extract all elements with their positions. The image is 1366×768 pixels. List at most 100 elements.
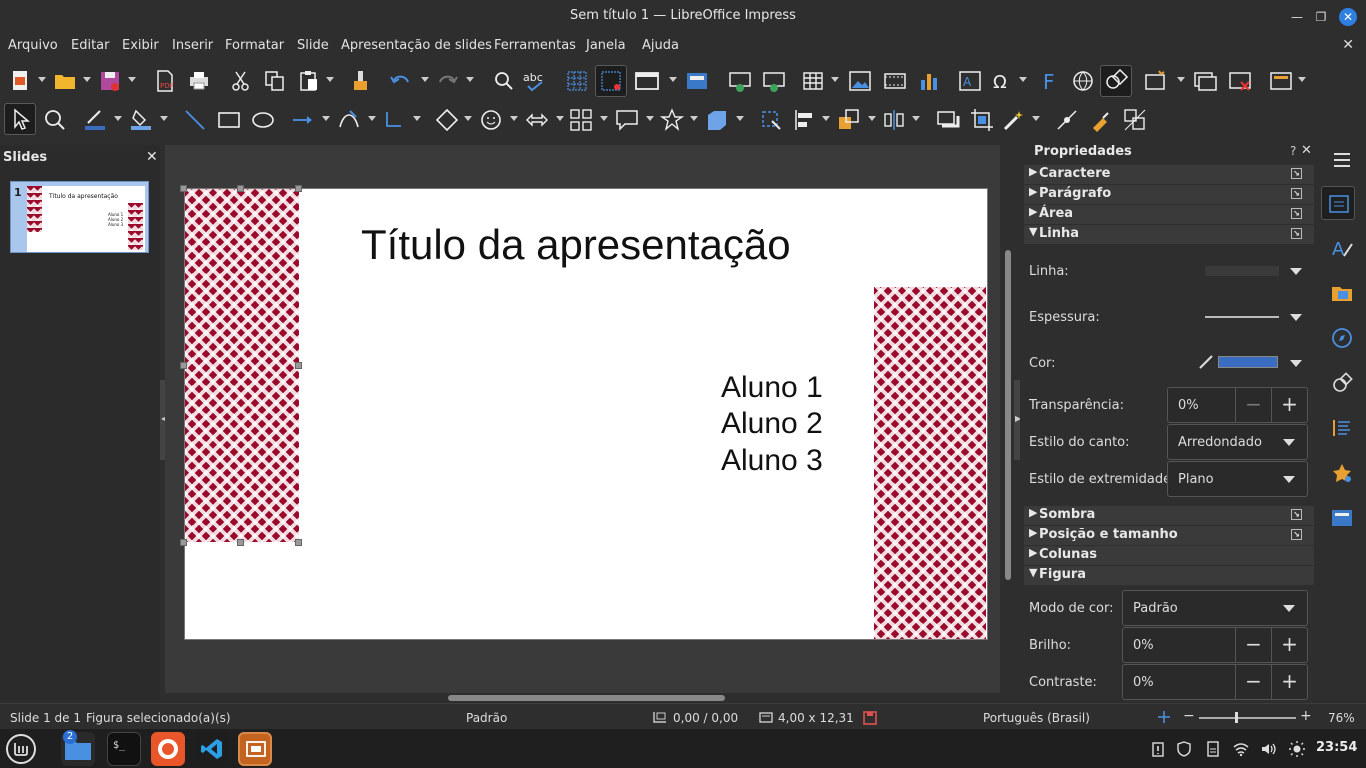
slide-layout-dropdown-icon[interactable]: [1298, 77, 1306, 82]
symbol-shapes-icon[interactable]: [478, 107, 504, 133]
menu-editar[interactable]: Editar: [71, 38, 110, 53]
menu-ferramentas[interactable]: Ferramentas: [494, 38, 576, 53]
slide-transition-icon[interactable]: [1143, 68, 1169, 94]
find-replace-icon[interactable]: [490, 68, 516, 94]
chart-icon[interactable]: [916, 68, 942, 94]
more-options-icon[interactable]: ↘: [1291, 529, 1302, 540]
show-draw-functions-toggle[interactable]: [1100, 65, 1132, 97]
line-style-dropdown-icon[interactable]: [1290, 268, 1302, 275]
star-icon[interactable]: [659, 107, 685, 133]
media-icon[interactable]: [882, 68, 908, 94]
line-color-dropdown-icon[interactable]: [1290, 360, 1302, 367]
menu-slide[interactable]: Slide: [297, 38, 329, 53]
export-pdf-icon[interactable]: PDF: [152, 68, 178, 94]
selection-handle[interactable]: [295, 539, 302, 546]
decorative-pattern-image-left[interactable]: [185, 189, 299, 542]
block-arrows-dropdown-icon[interactable]: [556, 116, 564, 121]
selection-handle[interactable]: [237, 539, 244, 546]
menu-arquivo[interactable]: Arquivo: [8, 38, 58, 53]
shapes-icon[interactable]: [1330, 371, 1354, 395]
crop-image-icon[interactable]: [969, 107, 995, 133]
more-options-icon[interactable]: ↘: [1291, 188, 1302, 199]
increment-button[interactable]: +: [1271, 665, 1307, 699]
toggle-extrusion-icon[interactable]: [1122, 107, 1148, 133]
vertical-scroll-thumb[interactable]: [1005, 250, 1011, 580]
arrange-dropdown-icon[interactable]: [868, 116, 876, 121]
table-dropdown-icon[interactable]: [831, 77, 839, 82]
line-width-dropdown-icon[interactable]: [1290, 314, 1302, 321]
selection-handle[interactable]: [295, 185, 302, 192]
brightness-spinbox[interactable]: 0% − +: [1122, 627, 1308, 663]
zoom-slider[interactable]: [1199, 717, 1296, 719]
text-box-icon[interactable]: A: [957, 68, 983, 94]
properties-deck-button[interactable]: [1321, 186, 1355, 220]
paste-icon[interactable]: [296, 68, 322, 94]
layout-status[interactable]: Padrão: [466, 711, 507, 725]
fit-slide-icon[interactable]: [1157, 710, 1171, 724]
minimize-button[interactable]: —: [1288, 8, 1306, 26]
decrement-button[interactable]: −: [1235, 665, 1271, 699]
clone-formatting-icon[interactable]: [348, 68, 374, 94]
flowchart-icon[interactable]: [568, 107, 594, 133]
delete-slide-icon[interactable]: [1227, 68, 1253, 94]
selection-handle[interactable]: [237, 185, 244, 192]
points-icon[interactable]: [1054, 107, 1080, 133]
save-icon[interactable]: [97, 68, 123, 94]
3d-objects-icon[interactable]: [704, 107, 730, 133]
open-folder-icon[interactable]: [52, 68, 78, 94]
zoom-level[interactable]: 76%: [1328, 711, 1355, 725]
navigator-icon[interactable]: [1330, 326, 1354, 350]
line-style-preview[interactable]: [1205, 266, 1279, 276]
undo-icon[interactable]: [388, 68, 414, 94]
new-document-icon[interactable]: [8, 68, 34, 94]
new-slide-icon[interactable]: [1192, 68, 1218, 94]
line-width-preview[interactable]: [1205, 316, 1279, 318]
cap-style-select[interactable]: Plano: [1167, 461, 1308, 497]
update-tray-icon[interactable]: [1205, 741, 1221, 757]
selection-handle[interactable]: [180, 185, 187, 192]
3d-objects-dropdown-icon[interactable]: [736, 116, 744, 121]
zoom-slider-thumb[interactable]: [1235, 712, 1238, 723]
slide-subtitle-line[interactable]: Aluno 1: [721, 371, 823, 405]
basic-shapes-dropdown-icon[interactable]: [464, 116, 472, 121]
zoom-icon[interactable]: [42, 107, 68, 133]
close-document-icon[interactable]: ✕: [1342, 37, 1354, 53]
linux-mint-menu-icon[interactable]: [5, 733, 37, 765]
fill-color-dropdown-icon[interactable]: [160, 116, 168, 121]
spellcheck-icon[interactable]: abc: [522, 68, 548, 94]
align-dropdown-icon[interactable]: [822, 116, 830, 121]
glue-points-icon[interactable]: [1088, 107, 1114, 133]
horizontal-scrollbar[interactable]: [165, 693, 1000, 703]
callout-dropdown-icon[interactable]: [646, 116, 654, 121]
firefox-app[interactable]: [151, 732, 185, 766]
animation-icon[interactable]: [1330, 461, 1354, 485]
start-current-slide-icon[interactable]: [761, 68, 787, 94]
callout-icon[interactable]: [614, 107, 640, 133]
section-linha[interactable]: ▼ Linha ↘: [1024, 225, 1314, 244]
close-window-button[interactable]: ✕: [1339, 8, 1357, 26]
image-icon[interactable]: [847, 68, 873, 94]
display-views-dropdown-icon[interactable]: [669, 77, 677, 82]
decrement-button[interactable]: −: [1235, 628, 1271, 662]
vscode-app[interactable]: [195, 732, 229, 766]
impress-app[interactable]: [238, 732, 272, 766]
cut-icon[interactable]: [228, 68, 254, 94]
basic-shapes-icon[interactable]: [434, 107, 460, 133]
fill-color-icon[interactable]: [128, 107, 154, 133]
slide-thumbnail[interactable]: Título da apresentação Aluno 1 Aluno 2 A…: [27, 186, 145, 252]
symbol-shapes-dropdown-icon[interactable]: [510, 116, 518, 121]
volume-tray-icon[interactable]: [1260, 741, 1276, 757]
display-views-icon[interactable]: [634, 68, 660, 94]
language-status[interactable]: Português (Brasil): [983, 711, 1090, 725]
distribute-dropdown-icon[interactable]: [912, 116, 920, 121]
shadow-icon[interactable]: [935, 107, 961, 133]
selection-handle[interactable]: [180, 539, 187, 546]
close-slides-pane-icon[interactable]: ✕: [146, 149, 158, 165]
master-slide-icon[interactable]: [684, 68, 710, 94]
clipboard-tray-icon[interactable]: [1150, 741, 1166, 757]
curve-dropdown-icon[interactable]: [368, 116, 376, 121]
contrast-spinbox[interactable]: 0% − +: [1122, 664, 1308, 700]
more-options-icon[interactable]: ↘: [1291, 509, 1302, 520]
horizontal-scroll-thumb[interactable]: [448, 695, 725, 701]
clock[interactable]: 23:54: [1316, 740, 1357, 755]
